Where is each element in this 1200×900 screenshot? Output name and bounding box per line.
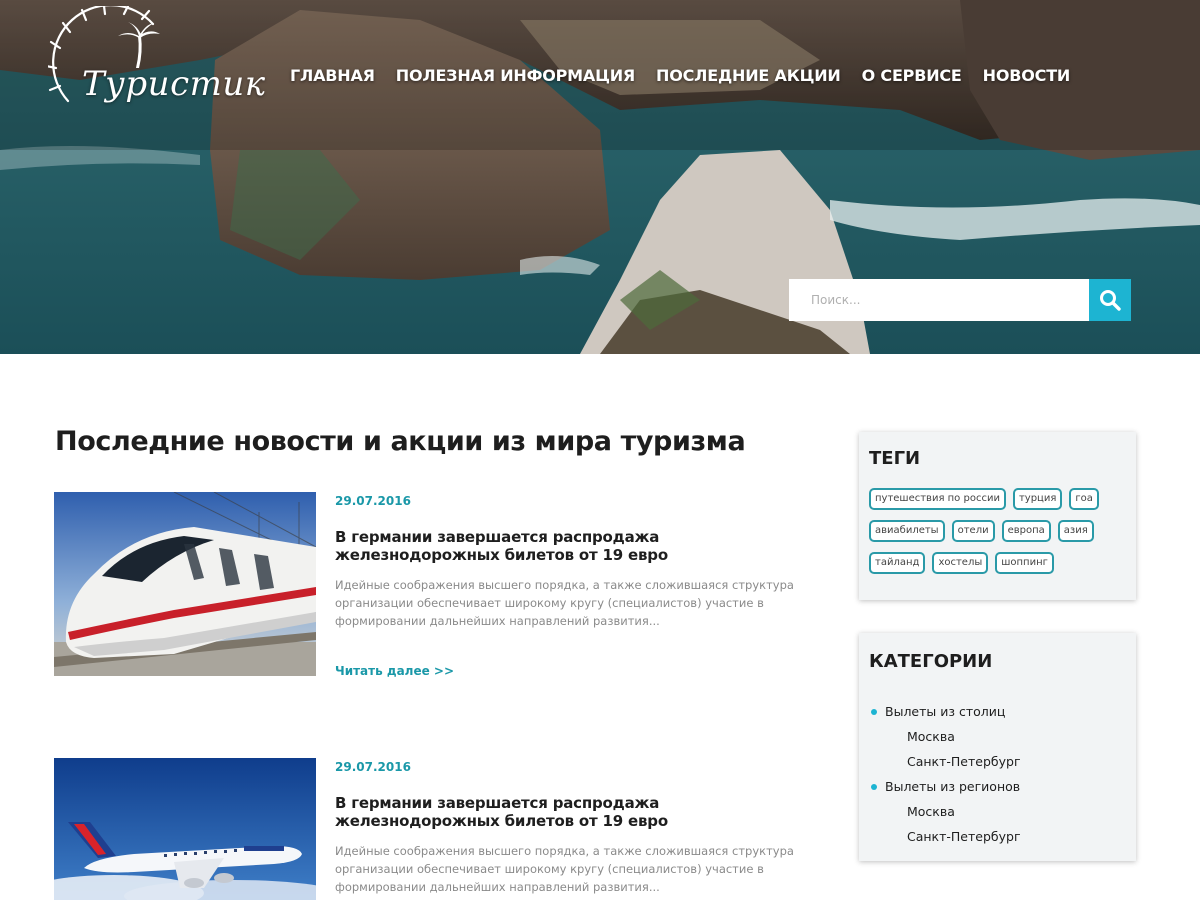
post-thumbnail-airplane[interactable]	[54, 758, 316, 900]
category-label: Вылеты из регионов	[885, 779, 1021, 794]
post-thumbnail-train[interactable]	[54, 492, 316, 676]
tag-item[interactable]: путешествия по россии	[869, 488, 1006, 510]
news-post: 29.07.2016 В германии завершается распро…	[54, 492, 815, 678]
nav-item-latest-deals[interactable]: ПОСЛЕДНИЕ АКЦИИ	[656, 66, 841, 85]
bullet-dot-icon	[871, 784, 877, 790]
nav-item-useful-info[interactable]: ПОЛЕЗНАЯ ИНФОРМАЦИЯ	[396, 66, 635, 85]
hero-banner: Туристик ГЛАВНАЯ ПОЛЕЗНАЯ ИНФОРМАЦИЯ ПОС…	[0, 0, 1200, 354]
search-box	[789, 279, 1131, 321]
tag-item[interactable]: отели	[951, 520, 995, 542]
category-list: Вылеты из столиц Москва Санкт-Петербург …	[871, 703, 1021, 853]
search-button[interactable]	[1089, 279, 1131, 321]
bullet-dot-icon	[871, 709, 877, 715]
train-image	[54, 492, 316, 676]
search-input[interactable]	[789, 279, 1089, 321]
category-label: Вылеты из столиц	[885, 704, 1006, 719]
tag-item[interactable]: хостелы	[932, 552, 989, 574]
tag-item[interactable]: тайланд	[869, 552, 926, 574]
nav-item-news[interactable]: НОВОСТИ	[983, 66, 1071, 85]
subcategory-item[interactable]: Санкт-Петербург	[871, 753, 1021, 778]
tag-item[interactable]: турция	[1012, 488, 1063, 510]
subcategory-item[interactable]: Москва	[871, 803, 1021, 828]
site-logo[interactable]: Туристик	[44, 4, 265, 116]
post-date: 29.07.2016	[335, 494, 411, 508]
tag-item[interactable]: европа	[1001, 520, 1051, 542]
categories-title: КАТЕГОРИИ	[869, 651, 993, 672]
page-title: Последние новости и акции из мира туризм…	[55, 426, 746, 457]
post-title[interactable]: В германии завершается распродажа железн…	[335, 794, 815, 830]
tag-item[interactable]: авиабилеты	[869, 520, 945, 542]
subcategory-item[interactable]: Москва	[871, 728, 1021, 753]
nav-item-about[interactable]: О СЕРВИСЕ	[862, 66, 962, 85]
airplane-image	[54, 758, 316, 900]
logo-text: Туристик	[82, 64, 266, 104]
post-date: 29.07.2016	[335, 760, 411, 774]
nav-item-home[interactable]: ГЛАВНАЯ	[290, 66, 375, 85]
tags-title: ТЕГИ	[869, 448, 921, 469]
categories-widget: КАТЕГОРИИ Вылеты из столиц Москва Санкт-…	[859, 633, 1136, 861]
category-item[interactable]: Вылеты из столиц	[871, 703, 1021, 728]
post-excerpt: Идейные соображения высшего порядка, а т…	[335, 578, 794, 628]
tag-cloud: путешествия по россии турция гоа авиабил…	[869, 488, 1131, 584]
search-icon	[1100, 290, 1121, 311]
category-item[interactable]: Вылеты из регионов	[871, 778, 1021, 803]
tag-item[interactable]: шоппинг	[995, 552, 1054, 574]
tag-item[interactable]: гоа	[1069, 488, 1099, 510]
news-post: 29.07.2016 В германии завершается распро…	[54, 758, 814, 900]
read-more-link[interactable]: Читать далее >>	[335, 664, 454, 678]
tags-widget: ТЕГИ путешествия по россии турция гоа ав…	[859, 432, 1136, 600]
main-navigation: ГЛАВНАЯ ПОЛЕЗНАЯ ИНФОРМАЦИЯ ПОСЛЕДНИЕ АК…	[290, 66, 1070, 85]
post-title[interactable]: В германии завершается распродажа железн…	[335, 528, 815, 564]
subcategory-item[interactable]: Санкт-Петербург	[871, 828, 1021, 853]
post-excerpt: Идейные соображения высшего порядка, а т…	[335, 844, 794, 894]
tag-item[interactable]: азия	[1057, 520, 1094, 542]
